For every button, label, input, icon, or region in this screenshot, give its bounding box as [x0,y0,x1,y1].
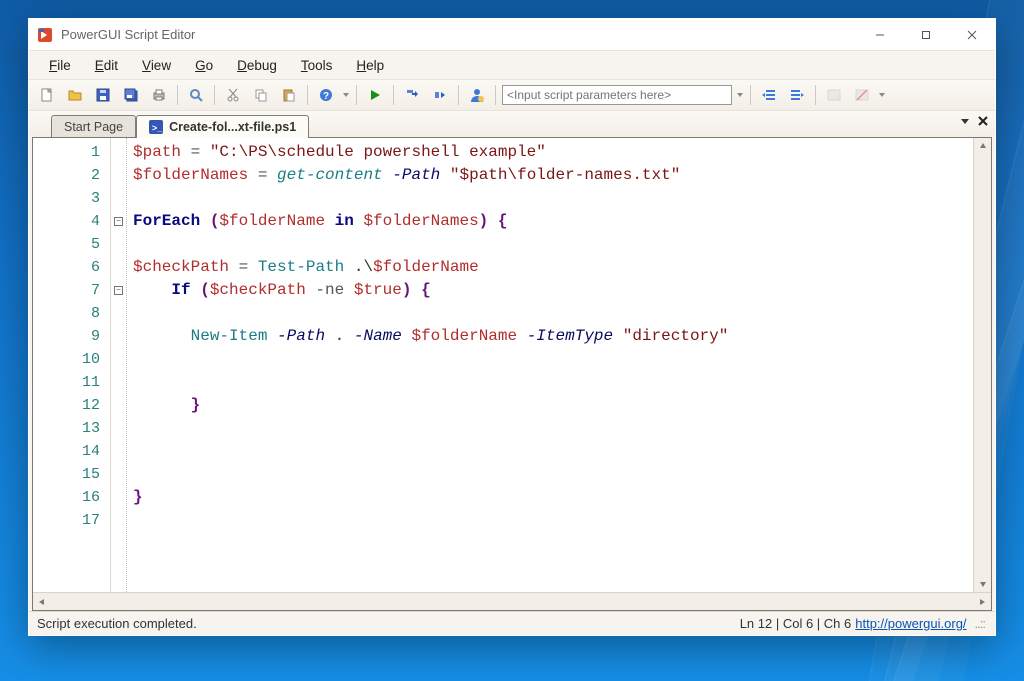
horizontal-scrollbar[interactable] [33,592,991,610]
window-title: PowerGUI Script Editor [61,27,195,42]
menu-view[interactable]: View [132,55,181,76]
tabstrip: Start Page >_ Create-fol...xt-file.ps1 [29,111,995,137]
menu-edit[interactable]: Edit [85,55,128,76]
open-file-button[interactable] [63,83,87,107]
fold-gutter: − − [111,138,127,592]
script-parameters-input[interactable] [502,85,732,105]
comment-button[interactable] [822,83,846,107]
help-button[interactable]: ? [314,83,338,107]
menu-go[interactable]: Go [185,55,223,76]
indent-button[interactable] [785,83,809,107]
menubar: File Edit View Go Debug Tools Help [29,51,995,79]
menu-help[interactable]: Help [346,55,394,76]
scroll-right-button[interactable] [973,593,991,611]
app-window: PowerGUI Script Editor File Edit View Go… [28,18,996,636]
line-number-gutter: 1234 5678 9101112 13141516 17 [33,138,111,592]
tab-active-file[interactable]: >_ Create-fol...xt-file.ps1 [136,115,309,138]
cursor-position: Ln 12 | Col 6 | Ch 6 [740,616,852,631]
menu-debug[interactable]: Debug [227,55,287,76]
tab-menu-dropdown[interactable] [959,115,971,130]
paste-button[interactable] [277,83,301,107]
tab-label: Create-fol...xt-file.ps1 [169,120,296,134]
cut-button[interactable] [221,83,245,107]
user-icon-button[interactable] [465,83,489,107]
print-button[interactable] [147,83,171,107]
app-icon [37,27,53,43]
powershell-file-icon: >_ [149,120,163,134]
vertical-scrollbar[interactable] [973,138,991,592]
save-all-button[interactable] [119,83,143,107]
new-file-button[interactable] [35,83,59,107]
fold-toggle[interactable]: − [114,217,123,226]
svg-text:?: ? [323,91,329,102]
scroll-left-button[interactable] [33,593,51,611]
resize-grip[interactable]: ..:: [975,616,985,631]
tab-label: Start Page [64,120,123,134]
titlebar: PowerGUI Script Editor [29,19,995,51]
close-button[interactable] [949,20,995,50]
tab-start-page[interactable]: Start Page [51,115,136,138]
uncomment-button[interactable] [850,83,874,107]
statusbar: Script execution completed. Ln 12 | Col … [29,611,995,635]
toolbar-overflow-3[interactable] [878,83,886,107]
tab-close-button[interactable] [977,115,989,130]
outdent-button[interactable] [757,83,781,107]
toolbar-overflow-1[interactable] [342,83,350,107]
status-message: Script execution completed. [37,616,197,631]
step-over-button[interactable] [428,83,452,107]
powergui-link[interactable]: http://powergui.org/ [855,616,966,631]
toolbar: ? [29,79,995,111]
svg-text:>_: >_ [152,123,163,133]
find-button[interactable] [184,83,208,107]
toolbar-overflow-2[interactable] [736,83,744,107]
code-area[interactable]: $path = "C:\PS\schedule powershell examp… [127,138,991,592]
run-button[interactable] [363,83,387,107]
minimize-button[interactable] [857,20,903,50]
menu-file[interactable]: File [39,55,81,76]
save-button[interactable] [91,83,115,107]
maximize-button[interactable] [903,20,949,50]
copy-button[interactable] [249,83,273,107]
editor: 1234 5678 9101112 13141516 17 − − $path … [32,137,992,611]
menu-tools[interactable]: Tools [291,55,343,76]
step-into-button[interactable] [400,83,424,107]
fold-toggle[interactable]: − [114,286,123,295]
